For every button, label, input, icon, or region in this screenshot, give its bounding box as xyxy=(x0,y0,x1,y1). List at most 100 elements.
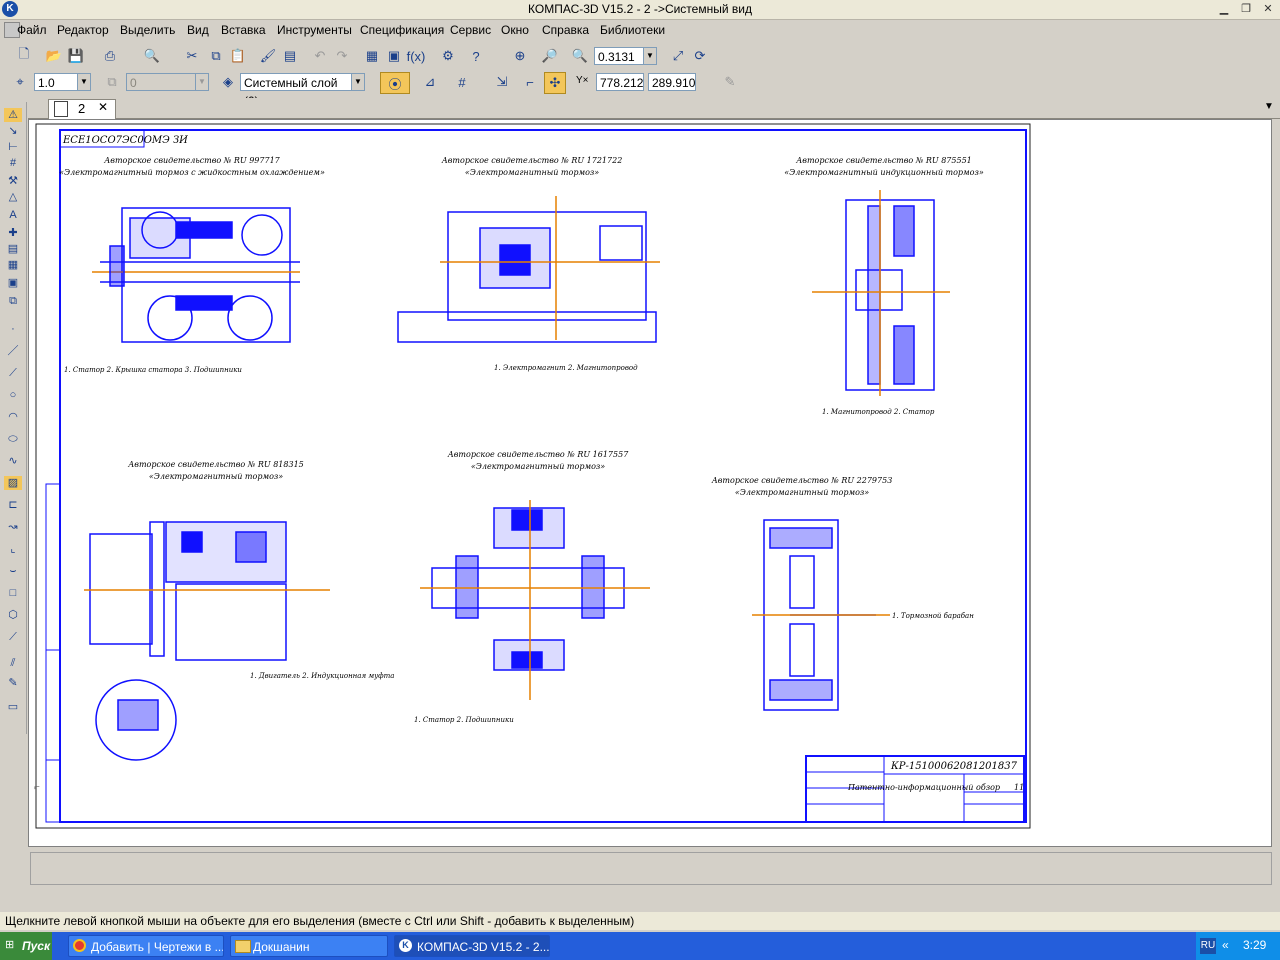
layer-dropdown-icon[interactable]: ▼ xyxy=(352,73,365,91)
paste-icon[interactable]: 📋 xyxy=(228,46,248,66)
drawing-doc-icon xyxy=(54,101,68,117)
section3-legend: 1. Магнитопровод 2. Статор xyxy=(822,408,935,416)
open-folder-icon[interactable]: 📂 xyxy=(44,46,64,66)
section3-name: «Электромагнитный индукционный тормоз» xyxy=(784,168,984,177)
close-icon[interactable]: ✕ xyxy=(1260,2,1276,16)
undo-icon[interactable]: ↶ xyxy=(310,46,330,66)
help-pointer-icon[interactable]: ? xyxy=(466,46,486,66)
library-icon[interactable]: ▣ xyxy=(384,46,404,66)
segment-tool-icon[interactable]: ⟋ xyxy=(4,366,22,380)
symbols-tool-icon[interactable]: ⊢ xyxy=(4,140,22,154)
point-tool-icon[interactable]: · xyxy=(4,322,22,336)
cursor-y-input[interactable]: 289.910 xyxy=(648,73,696,91)
ortho-icon[interactable]: ⊿ xyxy=(420,72,440,92)
minimize-icon[interactable]: ▁ xyxy=(1216,2,1232,16)
tab-list-icon[interactable]: ▼ xyxy=(1264,101,1274,112)
format-brush-icon[interactable]: 🖌 xyxy=(258,46,278,66)
menu-service[interactable]: Сервис xyxy=(450,23,491,37)
geometry-tool-icon[interactable]: ⚠ xyxy=(4,108,22,122)
view-number-input: 0 xyxy=(126,73,196,91)
manager-icon[interactable]: ▦ xyxy=(362,46,382,66)
layer-select[interactable]: Системный слой (0) xyxy=(240,73,352,108)
zoom-input[interactable]: 0.3131 xyxy=(594,47,644,65)
collection-tool-icon[interactable]: ✎ xyxy=(4,676,22,690)
layers-icon[interactable]: ◈ xyxy=(218,72,238,92)
fragment-tool-icon[interactable]: ▣ xyxy=(4,276,22,290)
task-browser[interactable]: Добавить | Чертежи в ... xyxy=(68,935,224,957)
section5-name: «Электромагнитный тормоз» xyxy=(471,462,605,471)
task-folder[interactable]: Докшанин xyxy=(230,935,388,957)
menu-view[interactable]: Вид xyxy=(187,23,209,37)
windows-logo-icon: ⊞ xyxy=(5,939,15,951)
close-tab-icon[interactable]: ✕ xyxy=(98,100,108,114)
zoom-dropdown-icon[interactable]: ▼ xyxy=(644,47,657,65)
contour-tool-icon[interactable]: ⟋ xyxy=(4,630,22,644)
tray-expand-icon[interactable]: « xyxy=(1222,938,1229,952)
menu-select[interactable]: Выделить xyxy=(120,23,175,37)
kompas-task-icon: K xyxy=(399,939,412,952)
language-indicator[interactable]: RU xyxy=(1200,938,1216,954)
insert-tool-icon[interactable]: ▦ xyxy=(4,258,22,272)
menu-libraries[interactable]: Библиотеки xyxy=(600,23,665,37)
variables-icon[interactable]: f(x) xyxy=(406,46,426,66)
cut-icon[interactable]: ✂ xyxy=(182,46,202,66)
preview-icon[interactable]: 🔍 xyxy=(142,46,162,66)
new-doc-icon[interactable]: 🗋 xyxy=(14,46,34,66)
menu-tools[interactable]: Инструменты xyxy=(277,23,352,37)
filler-tool-icon[interactable]: ▭ xyxy=(4,700,22,714)
menu-file[interactable]: Файл xyxy=(17,23,47,37)
ellipse-tool-icon[interactable]: ⬭ xyxy=(4,432,22,446)
save-icon[interactable]: 💾 xyxy=(66,46,86,66)
section6-cert: Авторское свидетельство № RU 2279753 xyxy=(711,476,893,485)
scale-dropdown-icon[interactable]: ▼ xyxy=(78,73,91,91)
chamfer-tool-icon[interactable]: ⌞ xyxy=(4,542,22,556)
restore-icon[interactable]: ❐ xyxy=(1238,2,1254,16)
zoom-icon[interactable]: 🔍 xyxy=(570,46,590,66)
round-icon[interactable]: ⇲ xyxy=(492,72,512,92)
fillet-tool-icon[interactable]: ⌣ xyxy=(4,564,22,578)
refresh-icon[interactable]: ⟳ xyxy=(690,46,710,66)
pan-icon[interactable]: ⤢ xyxy=(668,46,688,66)
assoc-tool-icon[interactable]: ⧉ xyxy=(4,294,22,308)
polygon-tool-icon[interactable]: ⬡ xyxy=(4,608,22,622)
menu-window[interactable]: Окно xyxy=(501,23,529,37)
task-kompas[interactable]: КОМПАС-3D V15.2 - 2... xyxy=(394,935,550,957)
document-tab-bar xyxy=(28,98,1280,119)
rectangle-tool-icon[interactable]: □ xyxy=(4,586,22,600)
copy-icon[interactable]: ⧉ xyxy=(206,46,226,66)
local-cs-icon[interactable]: ⌖ xyxy=(10,72,30,92)
circle-tool-icon[interactable]: ○ xyxy=(4,388,22,402)
edit-tool-icon[interactable]: # xyxy=(4,156,22,170)
menu-insert[interactable]: Вставка xyxy=(221,23,266,37)
ortho-mode-icon[interactable]: ⌐ xyxy=(520,72,540,92)
properties-icon[interactable]: ▤ xyxy=(280,46,300,66)
arc-tool-icon[interactable]: ◠ xyxy=(4,410,22,424)
line-tool-icon[interactable]: ／ xyxy=(4,344,22,358)
spline-tool-icon[interactable]: ∿ xyxy=(4,454,22,468)
cursor-x-input[interactable]: 778.212 xyxy=(596,73,644,91)
dimensions-tool-icon[interactable]: ↘ xyxy=(4,124,22,138)
equidistant-tool-icon[interactable]: ⫽ xyxy=(4,656,22,670)
section4-cert: Авторское свидетельство № RU 818315 xyxy=(127,460,304,469)
snap-binding-icon[interactable]: ⦿ xyxy=(380,72,410,94)
report-tool-icon[interactable]: ▤ xyxy=(4,242,22,256)
select-tool-icon[interactable]: A xyxy=(4,208,22,222)
coord-snap-icon[interactable]: ✣ xyxy=(544,72,566,94)
parametrize-tool-icon[interactable]: ⚒ xyxy=(4,174,22,188)
parametrize-icon[interactable]: ⚙ xyxy=(438,46,458,66)
redo-icon[interactable]: ↷ xyxy=(332,46,352,66)
print-icon[interactable]: ⎙ xyxy=(100,46,120,66)
measure-tool-icon[interactable]: △ xyxy=(4,190,22,204)
menu-help[interactable]: Справка xyxy=(542,23,589,37)
property-panel xyxy=(30,852,1272,885)
menu-specification[interactable]: Спецификация xyxy=(360,23,444,37)
spec-tool-icon[interactable]: ✚ xyxy=(4,226,22,240)
zoom-all-icon[interactable]: 🔎 xyxy=(540,46,560,66)
hatch-tool-icon[interactable]: ▨ xyxy=(4,476,22,490)
zoom-window-icon[interactable]: ⊕ xyxy=(510,46,530,66)
grid-icon[interactable]: # xyxy=(452,72,472,92)
view-scale-input[interactable]: 1.0 xyxy=(34,73,78,91)
bezier-tool-icon[interactable]: ↝ xyxy=(4,520,22,534)
menu-edit[interactable]: Редактор xyxy=(57,23,109,37)
polyline-tool-icon[interactable]: ⊏ xyxy=(4,498,22,512)
